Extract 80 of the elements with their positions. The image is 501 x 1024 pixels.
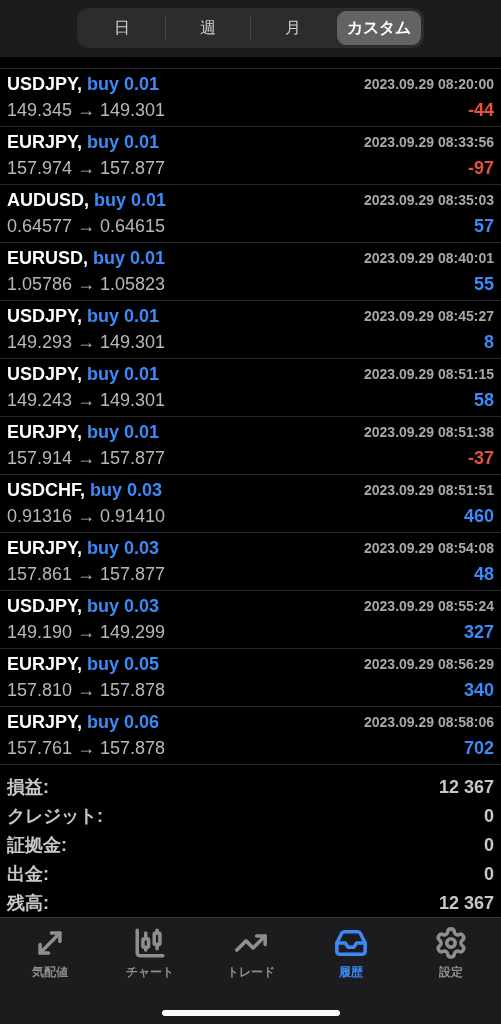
segment-tab[interactable]: カスタム (336, 11, 421, 45)
summary-value: 12 367 (438, 891, 494, 915)
symbol-text: EURJPY, (7, 132, 83, 152)
summary-label: 出金: (7, 862, 49, 886)
segment-tab[interactable]: 週 (165, 11, 250, 45)
order-text: buy 0.01 (87, 132, 160, 152)
deal-time: 2023.09.29 08:33:56 (364, 133, 494, 152)
symbol-text: EURJPY, (7, 654, 83, 674)
summary-label: クレジット: (7, 804, 103, 828)
profit-value: 702 (463, 737, 494, 760)
deal-time: 2023.09.29 08:58:06 (364, 713, 494, 732)
price-range: 157.761 → 157.878 (7, 737, 166, 760)
price-range: 149.293 → 149.301 (7, 331, 166, 354)
profit-value: -37 (468, 447, 494, 470)
profit-value: 57 (473, 215, 494, 238)
symbol-text: EURUSD, (7, 248, 88, 268)
order-text: buy 0.01 (87, 74, 160, 94)
order-text: buy 0.03 (87, 538, 160, 558)
tab-bar-item[interactable]: トレード (200, 926, 301, 981)
symbol-text: USDJPY, (7, 364, 83, 384)
deal-time: 2023.09.29 08:20:00 (364, 75, 494, 94)
price-range: 149.243 → 149.301 (7, 389, 166, 412)
tab-bar-item[interactable]: チャート (100, 926, 201, 981)
summary-value: 0 (484, 804, 494, 828)
order-text: buy 0.06 (87, 712, 160, 732)
order-text: buy 0.03 (90, 480, 163, 500)
summary-value: 12 367 (438, 775, 494, 799)
symbol-text: USDJPY, (7, 306, 83, 326)
deal-time: 2023.09.29 08:51:51 (364, 481, 494, 500)
symbol-text: EURJPY, (7, 538, 83, 558)
deal-time: 2023.09.29 08:54:08 (364, 539, 494, 558)
tab-bar-item[interactable]: 履歴 (300, 926, 401, 981)
price-range: 1.05786 → 1.05823 (7, 273, 166, 296)
deal-time: 2023.09.29 08:45:27 (364, 307, 494, 326)
deal-time: 2023.09.29 08:55:24 (364, 597, 494, 616)
profit-value: 327 (463, 621, 494, 644)
profit-value: 58 (473, 389, 494, 412)
order-text: buy 0.01 (87, 306, 160, 326)
summary-label: 残高: (7, 891, 49, 915)
summary-value: 0 (484, 862, 494, 886)
profit-value: 48 (473, 563, 494, 586)
summary-label: 損益: (7, 775, 49, 799)
profit-value: 460 (463, 505, 494, 528)
symbol-text: EURJPY, (7, 422, 83, 442)
segment-tab[interactable]: 日 (80, 11, 165, 45)
price-range: 0.91316 → 0.91410 (7, 505, 166, 528)
order-text: buy 0.01 (87, 422, 160, 442)
tab-bar-item[interactable]: 設定 (400, 926, 501, 981)
deal-time: 2023.09.29 08:56:29 (364, 655, 494, 674)
price-range: 157.914 → 157.877 (7, 447, 166, 470)
deal-time: 2023.09.29 08:51:38 (364, 423, 494, 442)
settings-icon (433, 926, 468, 960)
profit-value: -97 (468, 157, 494, 180)
order-text: buy 0.05 (87, 654, 160, 674)
profit-value: -44 (468, 99, 494, 122)
deal-time: 2023.09.29 08:35:03 (364, 191, 494, 210)
price-range: 149.345 → 149.301 (7, 99, 166, 122)
deal-time: 2023.09.29 08:40:01 (364, 249, 494, 268)
order-text: buy 0.01 (93, 248, 166, 268)
price-range: 157.861 → 157.877 (7, 563, 166, 586)
symbol-text: USDCHF, (7, 480, 85, 500)
symbol-text: EURJPY, (7, 712, 83, 732)
profit-value: 8 (484, 331, 494, 354)
deal-time: 2023.09.29 08:51:15 (364, 365, 494, 384)
summary-value: 0 (484, 833, 494, 857)
symbol-text: AUDUSD, (7, 190, 89, 210)
profit-value: 340 (463, 679, 494, 702)
summary-label: 証拠金: (7, 833, 67, 857)
price-range: 157.974 → 157.877 (7, 157, 166, 180)
order-text: buy 0.01 (87, 364, 160, 384)
order-text: buy 0.03 (87, 596, 160, 616)
segment-tab[interactable]: 月 (251, 11, 336, 45)
price-range: 0.64577 → 0.64615 (7, 215, 166, 238)
order-text: buy 0.01 (94, 190, 167, 210)
symbol-text: USDJPY, (7, 596, 83, 616)
tab-bar-item[interactable]: 気配値 (0, 926, 101, 981)
price-range: 149.190 → 149.299 (7, 621, 166, 644)
price-range: 157.810 → 157.878 (7, 679, 166, 702)
symbol-text: USDJPY, (7, 74, 83, 94)
profit-value: 55 (473, 273, 494, 296)
